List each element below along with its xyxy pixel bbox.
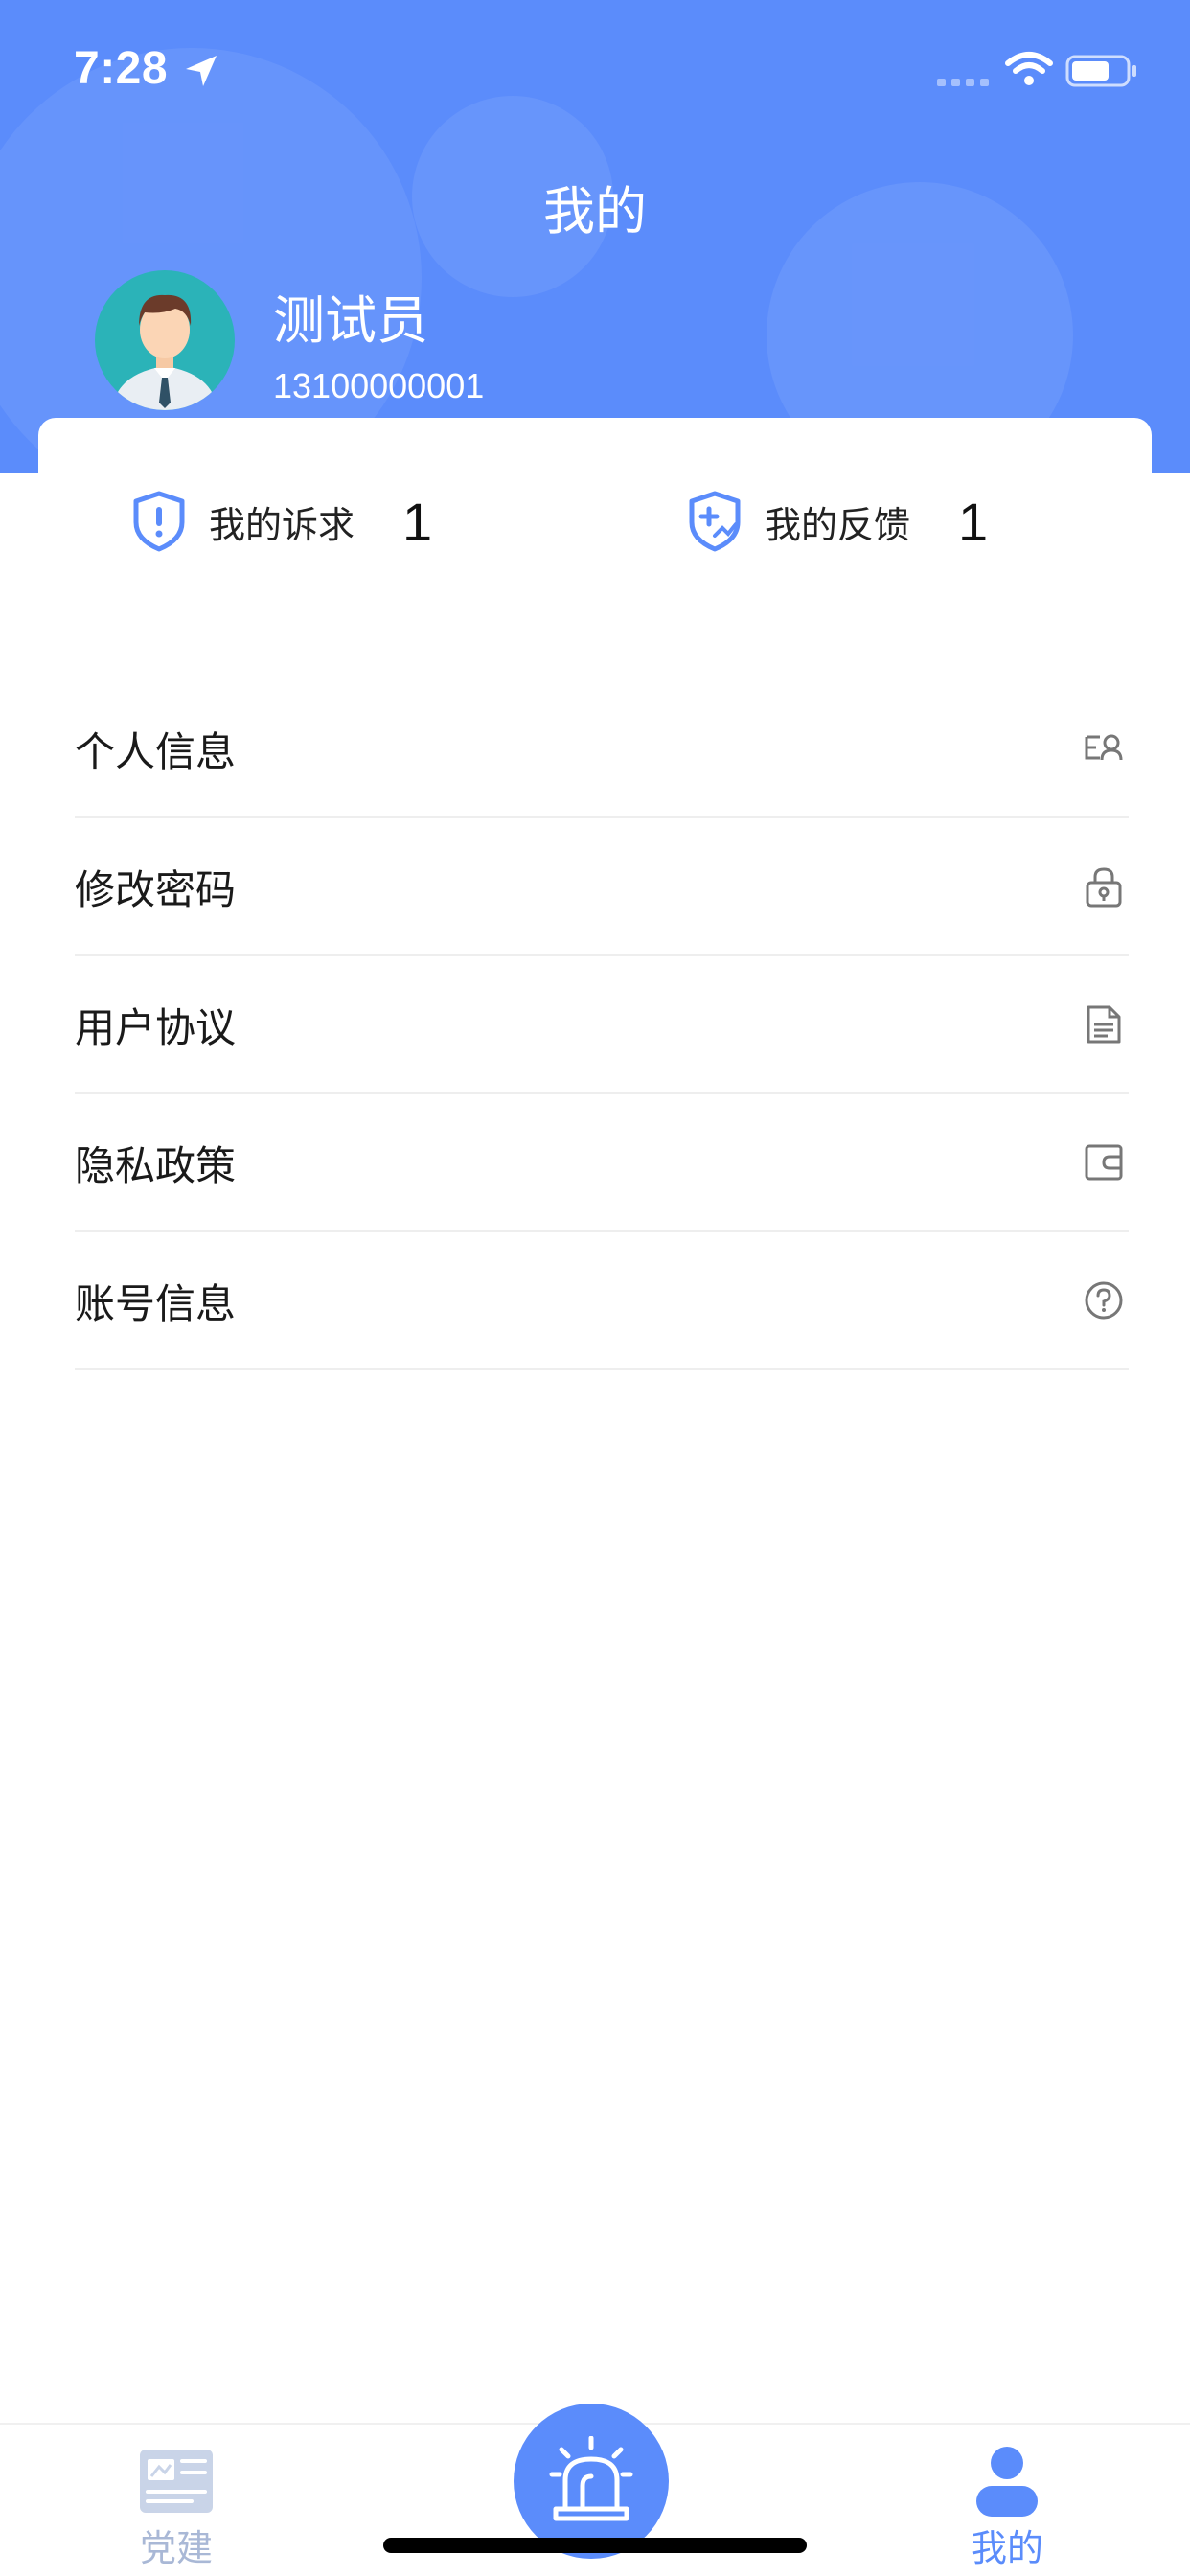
page-title: 我的 [543,181,647,242]
lock-icon [1086,867,1122,908]
profile-card-icon [1085,734,1123,761]
stat-value: 1 [958,491,989,552]
alarm-icon [549,2436,633,2521]
signal-icon [937,79,989,86]
menu-item-account-info[interactable]: 账号信息 [75,1232,1129,1370]
tab-label: 党建 [139,2527,213,2569]
menu-item-user-agreement[interactable]: 用户协议 [75,956,1129,1094]
settings-menu: 个人信息 修改密码 用户协议 隐私政策 账号信息 [75,680,1129,1370]
newspaper-icon [140,2450,213,2513]
menu-item-personal-info[interactable]: 个人信息 [75,680,1129,818]
menu-item-label: 个人信息 [75,727,237,775]
header: 7:28 我的 测试员 13100000001 [0,0,1190,473]
menu-item-label: 用户协议 [75,1003,237,1051]
my-appeals-stat[interactable]: 我的诉求 1 [130,487,432,556]
battery-icon [1065,55,1136,87]
wallet-icon [1085,1144,1123,1181]
tab-mine[interactable]: 我的 [892,2425,1122,2576]
menu-item-label: 账号信息 [75,1279,237,1327]
person-icon [976,2447,1038,2517]
my-feedback-stat[interactable]: 我的反馈 1 [686,487,988,556]
tab-party-building[interactable]: 党建 [61,2425,291,2576]
document-icon [1087,1005,1121,1044]
user-phone: 13100000001 [273,366,485,405]
stats-card: 我的诉求 1 我的反馈 1 [38,418,1152,629]
location-arrow-icon [186,56,217,86]
home-indicator [383,2538,807,2553]
stat-value: 1 [402,491,433,552]
wifi-icon [1005,52,1053,85]
shield-plus-icon [689,491,741,552]
question-circle-icon [1085,1281,1123,1320]
profile-screen: 7:28 我的 测试员 13100000001 我的诉求 1 我的反馈 1 个人… [0,0,1190,2576]
avatar[interactable] [95,270,235,410]
menu-item-privacy-policy[interactable]: 隐私政策 [75,1094,1129,1232]
status-time: 7:28 [74,43,169,94]
menu-item-label: 修改密码 [75,865,237,913]
shield-alert-icon [133,491,185,552]
stat-label: 我的诉求 [209,503,355,546]
alarm-button[interactable] [514,2404,669,2559]
stat-label: 我的反馈 [765,503,911,546]
menu-item-change-password[interactable]: 修改密码 [75,818,1129,956]
menu-item-label: 隐私政策 [75,1141,237,1189]
user-name: 测试员 [273,290,428,351]
tab-label: 我的 [970,2527,1043,2569]
